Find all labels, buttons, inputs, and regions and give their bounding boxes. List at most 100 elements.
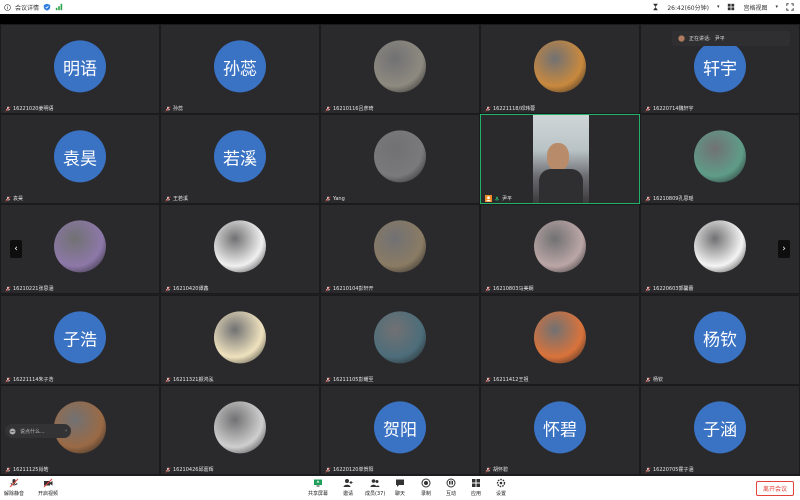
view-mode-selector[interactable]: 宫格视图 <box>743 3 767 12</box>
participant-name: 王若溪 <box>173 196 189 202</box>
grid-view-icon[interactable] <box>727 3 735 11</box>
record-button[interactable]: 录制 <box>421 478 431 497</box>
mic-muted-icon <box>5 466 11 473</box>
participant-name: 16221118/邓玮蓉 <box>493 106 536 112</box>
participant-caption: 16210221张思涵 <box>5 285 53 292</box>
next-page-arrow[interactable]: › <box>778 240 790 258</box>
members-button[interactable]: 成员(37) <box>365 478 385 497</box>
participant-caption: 16211412王祖 <box>485 376 528 383</box>
participant-tile[interactable]: 袁昊 袁昊 <box>0 114 160 204</box>
mic-muted-icon <box>9 478 19 488</box>
participant-caption: 16210420谭鑫 <box>165 285 208 292</box>
video-person-head <box>547 143 569 171</box>
participant-name: 16211105彭耀至 <box>333 377 374 383</box>
share-label: 共享屏幕 <box>308 491 329 497</box>
participant-tile[interactable]: 贺阳 16220120单贺阳 <box>320 385 480 475</box>
mic-muted-icon <box>645 105 651 112</box>
mic-muted-icon <box>165 285 171 292</box>
avatar-photo <box>374 130 426 183</box>
avatar-photo <box>534 40 586 93</box>
participant-tile[interactable]: 16211321颜鸿泓 <box>160 295 320 385</box>
participant-tile[interactable]: 16210104彭轩开 <box>320 204 480 294</box>
mic-muted-icon <box>5 285 11 292</box>
participant-tile[interactable]: 16211412王祖 <box>480 295 640 385</box>
participant-caption: 孙蕊 <box>165 105 183 112</box>
participant-tile[interactable]: 16210420谭鑫 <box>160 204 320 294</box>
chat-quick-input[interactable]: 说点什么... ‹ <box>5 424 71 438</box>
mic-muted-icon <box>485 105 491 112</box>
avatar-photo <box>374 40 426 93</box>
participant-name: 16221114朱子浩 <box>13 377 54 383</box>
signal-icon[interactable] <box>55 3 63 11</box>
avatar-photo <box>214 311 266 364</box>
participant-name: 16210104彭轩开 <box>333 286 374 292</box>
participant-name: 16220603郭馨蕾 <box>653 286 694 292</box>
mic-muted-icon <box>645 195 651 202</box>
participant-tile[interactable]: 16210803马美娴 <box>480 204 640 294</box>
participant-tile[interactable]: 16210809孔思瑶 <box>640 114 800 204</box>
participant-tile[interactable]: 16221118/邓玮蓉 <box>480 24 640 114</box>
interact-button[interactable]: 互动 <box>446 478 456 497</box>
mute-button[interactable]: 解除静音 <box>4 478 24 497</box>
settings-button[interactable]: 设置 <box>496 478 506 497</box>
prev-page-arrow[interactable]: ‹ <box>10 240 22 258</box>
participant-caption: 尹平 <box>485 195 512 202</box>
mute-label: 解除静音 <box>4 491 25 497</box>
title-bar: 会议详情 26:42(60分钟) ▾ 宫格视图 ▾ <box>0 0 800 14</box>
participant-caption: 16220705霍子涵 <box>645 466 693 473</box>
apps-button[interactable]: 应用 <box>471 478 481 497</box>
participant-tile[interactable]: 16210221张思涵 <box>0 204 160 294</box>
participant-tile[interactable]: 孙蕊 孙蕊 <box>160 24 320 114</box>
video-button[interactable]: 开启视频 <box>38 478 58 497</box>
avatar: 贺阳 <box>374 401 426 454</box>
share-screen-button[interactable]: 共享屏幕 <box>308 478 328 497</box>
participant-tile[interactable]: 若溪 王若溪 <box>160 114 320 204</box>
participant-tile[interactable]: 16210116吕彦琦 <box>320 24 480 114</box>
participant-name: 16211321颜鸿泓 <box>173 377 214 383</box>
participant-name: 尹平 <box>502 196 513 202</box>
chevron-down-icon[interactable]: ▾ <box>717 4 720 10</box>
participant-tile[interactable]: 杨钦 杨钦 <box>640 295 800 385</box>
participant-grid: 明语 16221020姜明语 孙蕊 孙蕊 16210116吕彦琦 16221118/邓玮蓉… <box>0 24 800 476</box>
mic-muted-icon <box>165 195 171 202</box>
participant-tile[interactable]: 子涵 16220705霍子涵 <box>640 385 800 475</box>
participant-tile[interactable]: 16220603郭馨蕾 <box>640 204 800 294</box>
participant-caption: 16221020姜明语 <box>5 105 53 112</box>
participant-caption: 16220714魏轩宇 <box>645 105 693 112</box>
participant-tile[interactable]: 尹平 <box>480 114 640 204</box>
interact-label: 互动 <box>446 491 457 497</box>
settings-label: 设置 <box>496 491 507 497</box>
participant-name: 杨钦 <box>653 377 664 383</box>
participant-tile[interactable]: 子浩 16221114朱子浩 <box>0 295 160 385</box>
meeting-details-link[interactable]: 会议详情 <box>15 3 39 12</box>
chevron-left-icon[interactable]: ‹ <box>65 428 71 434</box>
host-badge-icon <box>485 195 492 202</box>
gear-icon <box>496 478 506 488</box>
members-label: 成员(37) <box>365 491 386 497</box>
hand-icon <box>446 478 456 488</box>
participant-tile[interactable]: 怀碧 胡怀碧 <box>480 385 640 475</box>
participant-caption: 16211321颜鸿泓 <box>165 376 213 383</box>
invite-button[interactable]: 邀请 <box>343 478 353 497</box>
participant-caption: 16210809孔思瑶 <box>645 195 693 202</box>
participant-tile[interactable]: Yang <box>320 114 480 204</box>
info-icon[interactable] <box>4 3 11 11</box>
fullscreen-icon[interactable] <box>786 3 794 11</box>
chevron-down-icon[interactable]: ▾ <box>775 4 778 10</box>
mic-muted-icon <box>485 376 491 383</box>
shield-icon[interactable] <box>43 3 51 11</box>
participant-tile[interactable]: 16210426邱嘉辉 <box>160 385 320 475</box>
video-label: 开启视频 <box>38 491 59 497</box>
chat-icon <box>9 427 16 435</box>
chat-button[interactable]: 聊天 <box>395 478 405 497</box>
participant-name: 16220714魏轩宇 <box>653 106 694 112</box>
participant-name: Yang <box>333 196 345 202</box>
share-screen-icon <box>314 479 322 487</box>
participant-name: 16210221张思涵 <box>13 286 54 292</box>
participant-tile[interactable]: 16211105彭耀至 <box>320 295 480 385</box>
leave-meeting-button[interactable]: 离开会议 <box>756 481 794 496</box>
participant-caption: 16221114朱子浩 <box>5 376 53 383</box>
participant-tile[interactable]: 明语 16221020姜明语 <box>0 24 160 114</box>
mic-muted-icon <box>325 285 331 292</box>
participant-caption: 16211105彭耀至 <box>325 376 373 383</box>
